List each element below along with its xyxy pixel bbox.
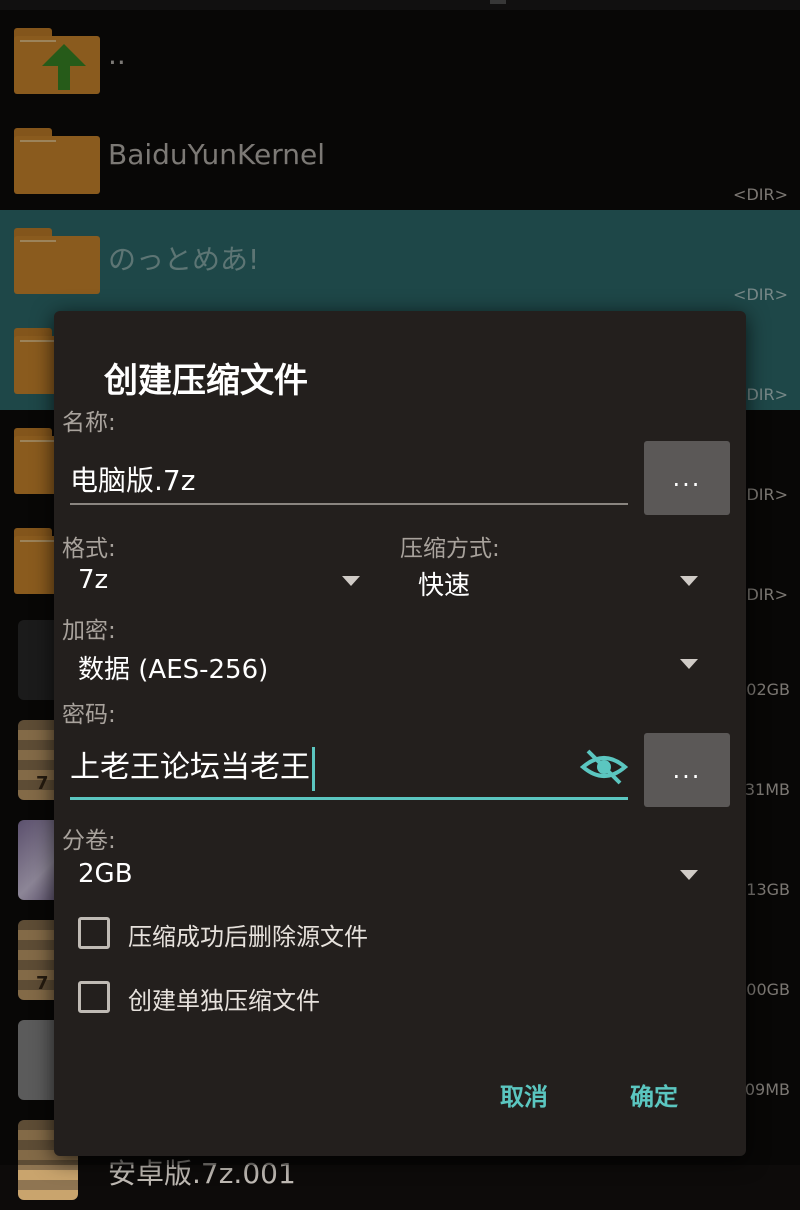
encryption-select[interactable]: 数据 (AES-256)	[78, 649, 268, 686]
method-label: 压缩方式:	[400, 536, 500, 562]
separate-archives-label[interactable]: 创建单独压缩文件	[128, 981, 320, 1016]
password-label: 密码:	[62, 702, 116, 728]
password-text: 上老王论坛当老王	[70, 750, 310, 785]
confirm-button[interactable]: 确定	[630, 1077, 678, 1112]
toggle-password-visibility-icon[interactable]	[580, 747, 628, 787]
method-select[interactable]: 快速	[418, 565, 470, 602]
text-cursor	[312, 746, 315, 791]
name-label: 名称:	[62, 410, 116, 436]
archive-name-input[interactable]: 电脑版.7z	[70, 459, 195, 499]
browse-path-button[interactable]: ...	[644, 441, 730, 515]
encryption-dropdown-caret-icon[interactable]	[680, 659, 698, 669]
encrypt-label: 加密:	[62, 618, 116, 644]
format-label: 格式:	[62, 536, 116, 562]
delete-source-label[interactable]: 压缩成功后删除源文件	[128, 917, 368, 952]
format-dropdown-caret-icon[interactable]	[342, 576, 360, 586]
cancel-button[interactable]: 取消	[500, 1077, 548, 1112]
password-options-button[interactable]: ...	[644, 733, 730, 807]
create-archive-dialog: 创建压缩文件 名称: 电脑版.7z ... 格式: 压缩方式: 7z 快速 加密…	[54, 311, 746, 1156]
password-input[interactable]: 上老王论坛当老王	[70, 745, 315, 791]
split-dropdown-caret-icon[interactable]	[680, 870, 698, 880]
password-options-button-label: ...	[672, 756, 702, 784]
password-underline	[70, 797, 628, 800]
split-size-select[interactable]: 2GB	[78, 859, 133, 889]
browse-path-button-label: ...	[672, 464, 702, 492]
delete-source-checkbox[interactable]	[78, 917, 110, 949]
split-label: 分卷:	[62, 828, 116, 854]
method-dropdown-caret-icon[interactable]	[680, 576, 698, 586]
format-select[interactable]: 7z	[78, 565, 108, 595]
archive-name-underline	[70, 503, 628, 505]
dialog-title: 创建压缩文件	[104, 361, 308, 401]
separate-archives-checkbox[interactable]	[78, 981, 110, 1013]
